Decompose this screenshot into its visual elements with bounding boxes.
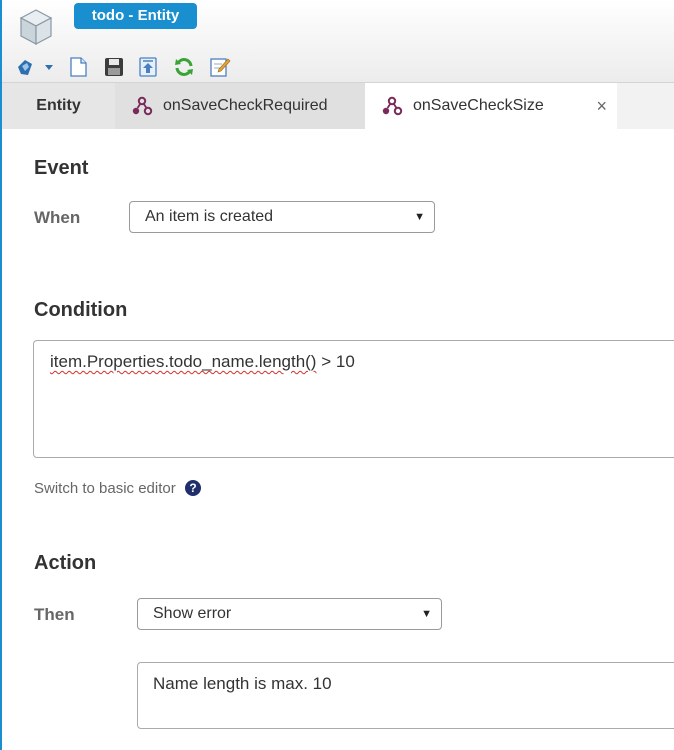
tab-on-save-check-required[interactable]: onSaveCheckRequired	[115, 83, 365, 129]
condition-code-underlined: item.Properties.todo_name.length()	[50, 352, 317, 371]
then-select-value: Show error	[153, 605, 232, 622]
action-title: Action	[34, 552, 97, 574]
when-select[interactable]: An item is created ▼	[129, 201, 435, 233]
rule-icon	[382, 96, 403, 116]
error-message-input[interactable]: Name length is max. 10	[137, 662, 674, 729]
entity-cube-icon	[19, 9, 53, 45]
switch-to-basic-editor-link[interactable]: Switch to basic editor	[34, 480, 176, 497]
then-select[interactable]: Show error ▼	[137, 598, 442, 630]
dropdown-arrow-icon: ▼	[414, 211, 425, 223]
publish-icon[interactable]	[136, 55, 160, 79]
condition-editor[interactable]: item.Properties.todo_name.length() > 10	[33, 340, 674, 458]
tab-label: onSaveCheckSize	[413, 97, 544, 114]
toolbar	[14, 55, 274, 81]
edit-icon[interactable]	[208, 55, 232, 79]
then-label: Then	[34, 605, 75, 624]
close-icon[interactable]: ×	[596, 83, 607, 129]
rule-icon	[132, 96, 153, 116]
error-message-text: Name length is max. 10	[153, 674, 332, 693]
tab-on-save-check-size[interactable]: onSaveCheckSize ×	[365, 83, 617, 129]
tab-entity[interactable]: Entity	[2, 83, 115, 129]
actions-icon[interactable]	[14, 55, 38, 79]
condition-code: > 10	[316, 352, 355, 371]
event-title: Event	[34, 157, 89, 179]
new-document-icon[interactable]	[66, 55, 90, 79]
tab-label: onSaveCheckRequired	[163, 97, 328, 114]
when-select-value: An item is created	[145, 208, 274, 225]
condition-title: Condition	[34, 299, 128, 321]
dropdown-arrow-icon: ▼	[421, 608, 432, 620]
tab-bar: Entity onSaveCheckRequired onSaveCheckSi…	[2, 83, 674, 129]
when-label: When	[34, 208, 81, 227]
refresh-icon[interactable]	[172, 55, 196, 79]
help-icon[interactable]: ?	[185, 480, 201, 496]
header: todo - Entity	[2, 0, 674, 83]
tab-label: Entity	[36, 97, 81, 114]
chevron-down-icon[interactable]	[42, 55, 56, 79]
window-title: todo - Entity	[74, 3, 197, 29]
save-icon[interactable]	[102, 55, 126, 79]
